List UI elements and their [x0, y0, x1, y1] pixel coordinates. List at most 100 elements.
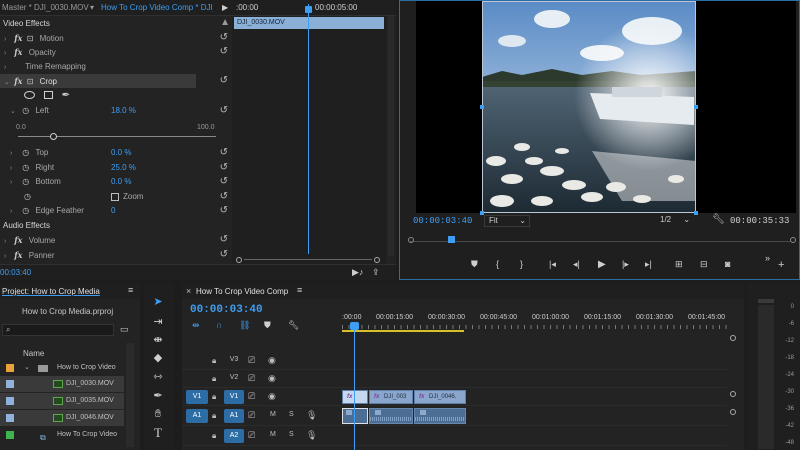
program-scrub-bar[interactable] — [410, 241, 790, 242]
pen-tool-icon[interactable]: ✒ — [148, 388, 168, 404]
project-scrollbar[interactable] — [126, 343, 134, 447]
list-item[interactable]: DJI_0030.MOV — [0, 376, 124, 392]
resolution-dropdown[interactable]: 1/2 ⌄ — [660, 215, 700, 227]
collapse-icon[interactable]: ⌄ — [4, 76, 10, 90]
audio-clip[interactable] — [414, 408, 466, 424]
ellipse-mask-icon[interactable] — [24, 91, 35, 100]
top-row[interactable]: › ◷ Top 0.0 % ↺ — [0, 146, 232, 160]
source-patch-a1[interactable]: A1 — [186, 409, 208, 423]
a-scroll-handle[interactable] — [730, 409, 736, 415]
tab-sequence-clip[interactable]: How To Crop Video Comp * DJI_0030.MOV — [101, 3, 213, 12]
track-name[interactable]: V1 — [224, 390, 244, 404]
list-item[interactable]: ⌄ How to Crop Video — [0, 360, 124, 376]
solo-button[interactable]: S — [289, 411, 294, 418]
tab-dropdown-icon[interactable]: ▾ — [90, 3, 94, 12]
stopwatch-icon[interactable]: ◷ — [22, 148, 29, 157]
eye-icon[interactable]: ◉ — [268, 373, 276, 384]
ec-timecode[interactable]: 00:03:40 — [0, 268, 31, 277]
wrench-icon[interactable]: 🔧︎ — [712, 214, 725, 225]
panner-reset-icon[interactable]: ↺ — [220, 248, 228, 262]
list-item[interactable]: DJI_0035.MOV — [0, 393, 124, 409]
left-value[interactable]: 18.0 % — [111, 104, 136, 118]
expand-controls-icon[interactable]: » — [765, 253, 770, 263]
fx-badge-icon[interactable]: fx — [14, 33, 22, 43]
wrench-icon[interactable]: 🔧︎ — [288, 320, 299, 331]
expand-icon[interactable]: › — [4, 235, 10, 249]
project-search-field[interactable]: ⌕ — [2, 324, 114, 336]
track-row-v2[interactable]: 🔒︎ V2 ⎚ ◉ — [182, 371, 727, 388]
rectangle-mask-icon[interactable] — [43, 91, 53, 100]
filter-audio-icon[interactable]: ▶♪ — [352, 267, 363, 278]
export-frame-icon[interactable]: ⇪ — [372, 267, 380, 278]
left-slider-track[interactable] — [18, 136, 216, 137]
video-clip[interactable]: fx DJI_003 — [369, 390, 413, 404]
lock-icon[interactable]: 🔒︎ — [212, 356, 216, 366]
bottom-row[interactable]: › ◷ Bottom 0.0 % ↺ — [0, 175, 232, 189]
expand-icon[interactable]: › — [4, 47, 10, 61]
timeline-title[interactable]: How To Crop Video Comp — [196, 287, 288, 296]
ec-timeline-area[interactable] — [232, 16, 386, 264]
project-title[interactable]: Project: How to Crop Media — [2, 287, 100, 296]
export-frame-icon[interactable]: ◙ — [725, 259, 730, 269]
crop-bounding-box[interactable] — [482, 1, 696, 213]
extract-icon[interactable]: ⊟ — [700, 259, 708, 270]
name-column-header[interactable]: Name — [23, 349, 44, 358]
fit-dropdown[interactable]: Fit ⌄ — [484, 215, 530, 227]
ruler-zoom-handle[interactable] — [730, 335, 736, 341]
sync-lock-icon[interactable]: ⎚ — [248, 391, 255, 402]
lock-icon[interactable]: 🔒︎ — [212, 431, 216, 441]
eye-icon[interactable]: ◉ — [268, 391, 276, 402]
fx-badge-icon[interactable]: fx — [14, 76, 22, 86]
zoom-scroll-right-icon[interactable] — [374, 257, 380, 263]
program-playhead[interactable] — [448, 236, 455, 243]
mute-button[interactable]: M — [270, 431, 276, 438]
expand-icon[interactable]: › — [10, 147, 16, 161]
timeline-playhead[interactable] — [354, 327, 355, 450]
track-row-a2[interactable]: 🔒︎ A2 ⎚ M S 🎙︎ — [182, 427, 727, 446]
eye-icon[interactable]: ◉ — [268, 355, 276, 366]
timeline-playhead-head[interactable] — [350, 322, 359, 330]
stopwatch-icon[interactable]: ◷ — [22, 106, 29, 115]
play-icon[interactable]: ▶ — [598, 259, 606, 270]
lift-icon[interactable]: ⊞ — [675, 259, 683, 270]
collapse-icon[interactable]: ⌄ — [10, 105, 16, 119]
sync-lock-icon[interactable]: ⎚ — [248, 355, 255, 366]
timeline-timecode[interactable]: 00:00:03:40 — [190, 304, 263, 316]
go-to-out-icon[interactable]: ▸| — [645, 259, 652, 270]
stopwatch-icon[interactable]: ◷ — [22, 163, 29, 172]
source-patch-v1[interactable]: V1 — [186, 390, 208, 404]
video-clip[interactable]: fx — [342, 390, 368, 404]
expand-icon[interactable]: › — [10, 162, 16, 176]
work-area-bar[interactable] — [342, 330, 464, 332]
sync-lock-icon[interactable]: ⎚ — [248, 410, 255, 421]
pen-mask-icon[interactable]: ✒ — [62, 90, 70, 101]
edge-feather-row[interactable]: › ◷ Edge Feather 0 ↺ — [0, 204, 232, 218]
microphone-icon[interactable]: 🎙︎ — [306, 410, 317, 421]
motion-row[interactable]: › fx ⊡ Motion ↺ — [0, 31, 232, 45]
snap-icon[interactable]: ∩ — [216, 320, 222, 330]
panel-menu-icon[interactable]: ≡ — [297, 285, 302, 295]
track-name[interactable]: A2 — [224, 429, 244, 443]
nest-icon[interactable]: ⇹ — [192, 320, 200, 331]
track-name[interactable]: A1 — [224, 409, 244, 423]
left-row[interactable]: ⌄ ◷ Left 18.0 % ↺ — [0, 104, 232, 118]
stopwatch-icon[interactable]: ◷ — [22, 177, 29, 186]
expand-icon[interactable]: › — [10, 176, 16, 190]
crop-handle[interactable] — [694, 105, 698, 109]
ec-clip-bar[interactable]: DJI_0030.MOV — [234, 17, 384, 29]
microphone-icon[interactable]: 🎙︎ — [306, 430, 317, 441]
lock-icon[interactable]: 🔒︎ — [212, 374, 216, 384]
time-remapping-row[interactable]: › Time Remapping — [0, 60, 232, 74]
left-slider-thumb[interactable] — [49, 133, 57, 140]
expand-icon[interactable]: › — [10, 205, 16, 219]
lock-icon[interactable]: 🔒︎ — [212, 392, 216, 402]
list-item[interactable]: DJI_0046.MOV — [0, 410, 124, 426]
fx-badge-icon[interactable]: fx — [14, 250, 22, 260]
add-marker-icon[interactable]: ⛊ — [471, 259, 478, 270]
new-bin-icon[interactable]: ▭ — [120, 324, 129, 335]
hand-tool-icon[interactable]: ✋︎ — [148, 406, 168, 422]
fx-badge-icon[interactable]: fx — [14, 235, 22, 245]
video-clip[interactable]: fx DJI_0046. — [414, 390, 466, 404]
fx-badge-icon[interactable]: fx — [14, 47, 22, 57]
zoom-row[interactable]: ◷ Zoom ↺ — [0, 190, 232, 204]
